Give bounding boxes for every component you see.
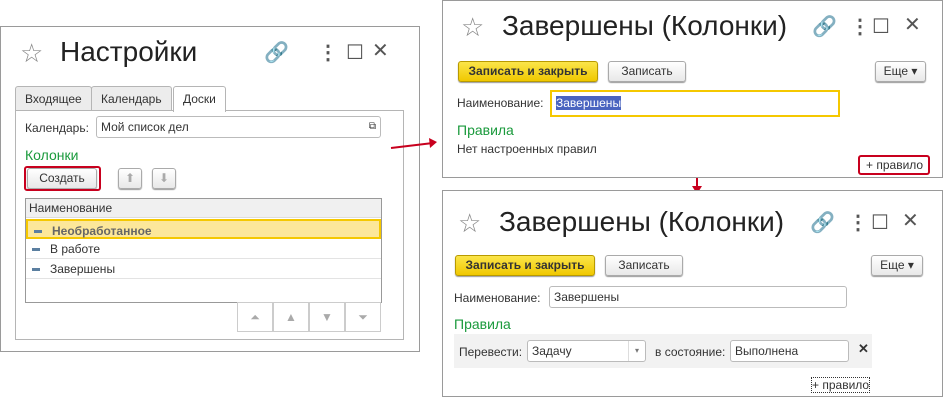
link-icon[interactable]: 🔗	[264, 40, 289, 65]
name-field[interactable]: Завершены	[550, 90, 840, 117]
maximize-icon[interactable]: ☐	[872, 14, 890, 39]
more-label: Еще	[880, 258, 905, 272]
table-header[interactable]: Наименование	[26, 199, 381, 218]
save-close-button[interactable]: Записать и закрыть	[458, 61, 598, 82]
maximize-icon[interactable]: ☐	[871, 210, 889, 235]
table-row[interactable]: В работе	[26, 239, 381, 259]
name-value: Завершены	[556, 96, 622, 110]
move-first-button[interactable]: ⏶	[237, 302, 273, 332]
close-icon[interactable]: ✕	[902, 208, 919, 233]
calendar-field[interactable]: Мой список дел ⧉	[96, 116, 381, 138]
save-close-button[interactable]: Записать и закрыть	[455, 255, 595, 276]
page-title: Настройки	[60, 36, 198, 67]
more-icon[interactable]: ⋮	[848, 210, 868, 235]
name-label: Наименование:	[454, 291, 541, 305]
star-icon[interactable]: ☆	[461, 12, 484, 43]
table-row[interactable]: Завершены	[26, 259, 381, 279]
move-up-button[interactable]: ⬆	[118, 168, 142, 189]
highlight-create	[24, 166, 101, 191]
open-icon[interactable]: ⧉	[369, 117, 376, 137]
dropdown-icon[interactable]: ▾	[628, 341, 645, 361]
state-field[interactable]: Выполнена	[730, 340, 849, 362]
tab-boards[interactable]: Доски	[173, 86, 226, 112]
remove-rule-icon[interactable]: ✕	[858, 341, 869, 357]
close-icon[interactable]: ✕	[372, 38, 389, 63]
tab-incoming[interactable]: Входящее	[15, 86, 92, 111]
rules-heading: Правила	[454, 316, 511, 332]
window-title: Завершены (Колонки)	[502, 10, 788, 41]
close-icon[interactable]: ✕	[904, 12, 921, 37]
move-select[interactable]: Задачу ▾	[527, 340, 646, 362]
row-label: В работе	[50, 242, 101, 256]
row-label: Необработанное	[52, 224, 152, 238]
tab-calendar[interactable]: Календарь	[91, 86, 172, 111]
move-next-button[interactable]: ▼	[309, 302, 345, 332]
more-button[interactable]: Еще ▾	[875, 61, 926, 82]
more-button[interactable]: Еще ▾	[871, 255, 923, 276]
more-icon[interactable]: ⋮	[318, 40, 338, 65]
move-down-button[interactable]: ⬇	[152, 168, 176, 189]
move-label: Перевести:	[459, 345, 523, 359]
columns-heading: Колонки	[25, 147, 79, 163]
rules-heading: Правила	[457, 122, 514, 138]
name-label: Наименование:	[457, 96, 544, 110]
more-label: Еще	[883, 64, 909, 78]
save-button[interactable]: Записать	[605, 255, 683, 276]
window-title: Завершены (Колонки)	[499, 206, 785, 237]
maximize-icon[interactable]: ☐	[346, 40, 364, 65]
move-prev-button[interactable]: ▲	[273, 302, 309, 332]
star-icon[interactable]: ☆	[458, 208, 481, 239]
arrow-right	[390, 138, 437, 149]
star-icon[interactable]: ☆	[20, 38, 43, 69]
move-value: Задачу	[532, 344, 572, 358]
highlight-add-rule	[858, 155, 930, 175]
save-button[interactable]: Записать	[608, 61, 686, 82]
link-icon[interactable]: 🔗	[812, 14, 837, 39]
add-rule-link[interactable]: + правило	[811, 377, 871, 393]
no-rules-text: Нет настроенных правил	[457, 142, 597, 156]
name-field[interactable]: Завершены	[549, 286, 847, 308]
table-row[interactable]: Необработанное	[26, 219, 381, 239]
calendar-value: Мой список дел	[101, 120, 189, 134]
move-last-button[interactable]: ⏷	[345, 302, 381, 332]
link-icon[interactable]: 🔗	[810, 210, 835, 235]
more-icon[interactable]: ⋮	[850, 14, 870, 39]
row-label: Завершены	[50, 262, 116, 276]
calendar-label: Календарь:	[25, 121, 89, 135]
state-label: в состояние:	[655, 345, 726, 359]
